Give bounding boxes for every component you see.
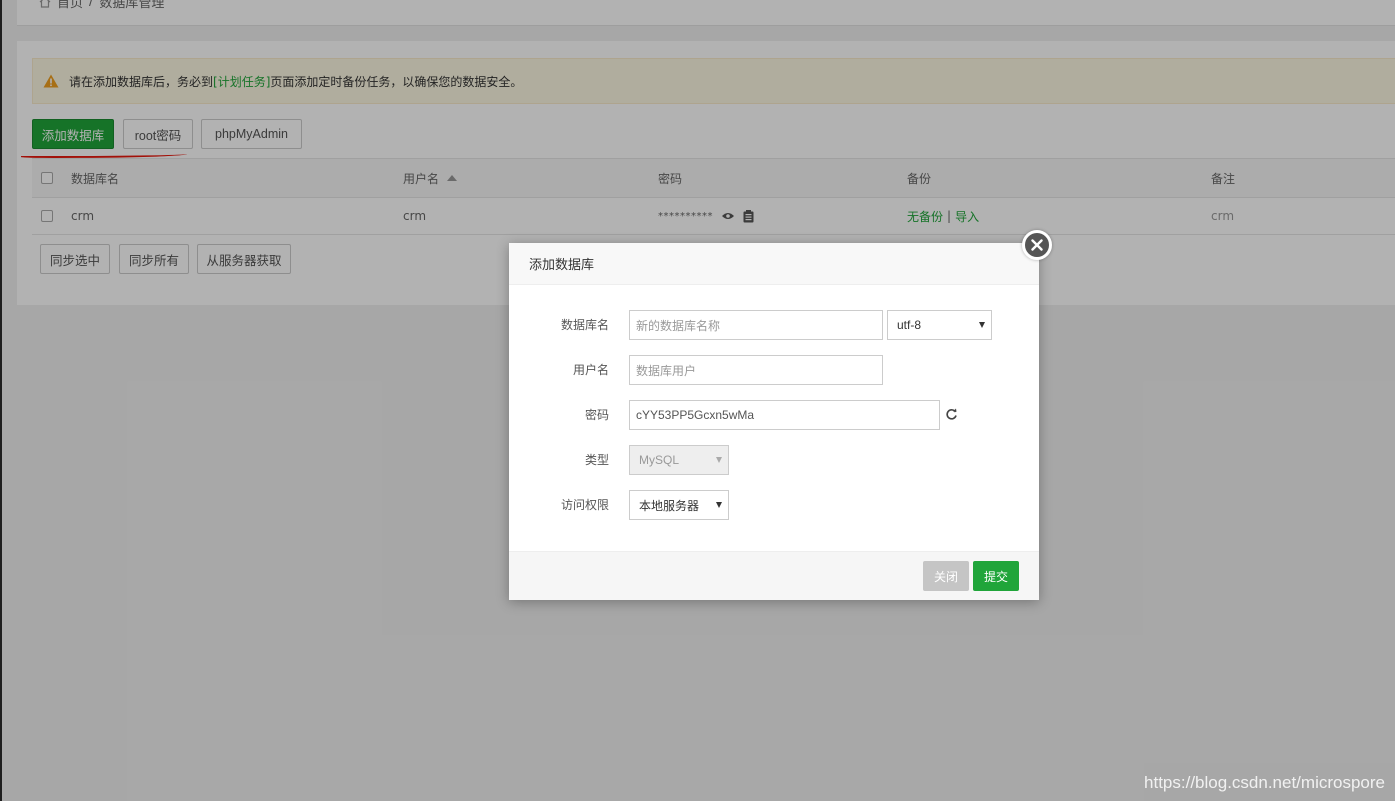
submit-button[interactable]: 提交 [973, 561, 1019, 591]
refresh-icon[interactable] [945, 408, 958, 421]
dialog-title: 添加数据库 [509, 243, 1039, 285]
dialog-close-icon[interactable] [1022, 230, 1052, 260]
password-label: 密码 [584, 408, 609, 422]
add-database-dialog: 添加数据库 数据库名 新的数据库名称 utf-8 用户名 数据库用户 密码 cY… [509, 243, 1039, 600]
username-row: 用户名 数据库用户 [509, 355, 1039, 385]
chevron-down-icon [716, 457, 722, 463]
username-input[interactable]: 数据库用户 [629, 355, 883, 385]
dialog-footer: 关闭 提交 [509, 551, 1039, 600]
type-value: MySQL [639, 453, 680, 467]
type-select: MySQL [629, 445, 729, 475]
type-row: 类型 MySQL [509, 445, 1039, 475]
chevron-down-icon [716, 502, 722, 508]
access-value: 本地服务器 [639, 498, 700, 513]
charset-value: utf-8 [897, 318, 922, 332]
password-input[interactable]: cYY53PP5Gcxn5wMa [629, 400, 940, 430]
close-button[interactable]: 关闭 [923, 561, 969, 591]
watermark: https://blog.csdn.net/microspore [1144, 773, 1385, 792]
access-row: 访问权限 本地服务器 [509, 490, 1039, 520]
db-name-placeholder: 新的数据库名称 [636, 318, 721, 333]
db-name-input[interactable]: 新的数据库名称 [629, 310, 883, 340]
access-label: 访问权限 [560, 498, 609, 512]
type-label: 类型 [584, 453, 609, 467]
username-placeholder: 数据库用户 [636, 363, 697, 378]
charset-select[interactable]: utf-8 [887, 310, 992, 340]
chevron-down-icon [979, 322, 985, 328]
username-label: 用户名 [572, 363, 609, 377]
db-name-label: 数据库名 [560, 318, 609, 332]
access-select[interactable]: 本地服务器 [629, 490, 729, 520]
db-name-row: 数据库名 新的数据库名称 utf-8 [509, 310, 1039, 340]
close-icon [1031, 239, 1043, 251]
password-row: 密码 cYY53PP5Gcxn5wMa [509, 400, 1039, 430]
